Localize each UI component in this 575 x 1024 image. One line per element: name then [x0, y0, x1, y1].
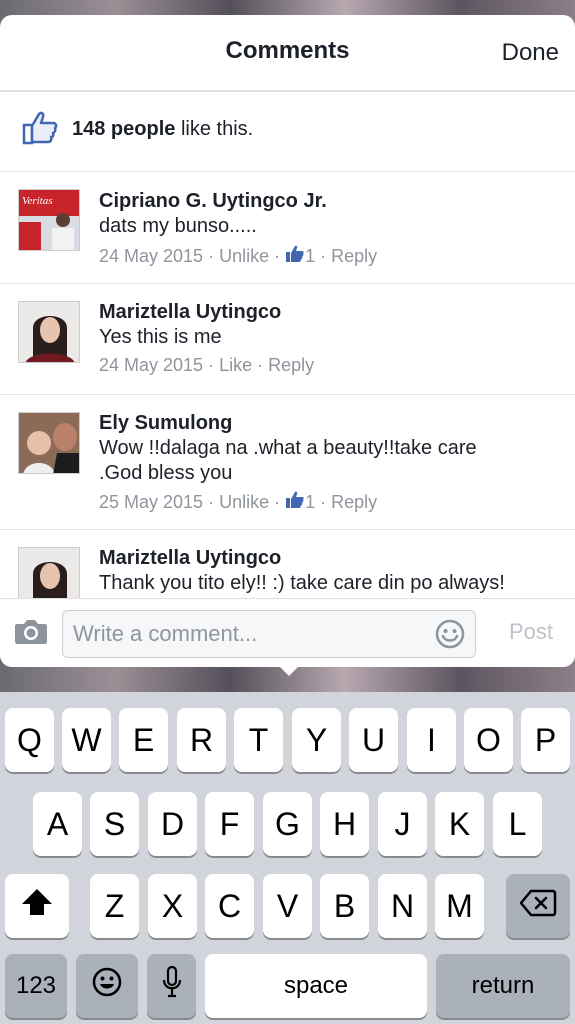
- like-link[interactable]: Like: [219, 355, 252, 375]
- reply-link[interactable]: Reply: [331, 492, 377, 512]
- popover-pointer: [277, 664, 301, 676]
- key-p[interactable]: P: [521, 708, 570, 772]
- backspace-icon: [519, 888, 557, 925]
- comment-date: 24 May 2015: [99, 246, 204, 266]
- key-r[interactable]: R: [177, 708, 226, 772]
- comment-text: Wow !!dalaga na .what a beauty!!take car…: [99, 437, 477, 484]
- comment-text: Thank you tito ely!! :) take care din po…: [99, 572, 505, 594]
- likes-text: 148 people like this.: [72, 118, 253, 141]
- shift-key[interactable]: [5, 874, 69, 938]
- separator: ·: [252, 355, 269, 375]
- emoji-key[interactable]: [76, 954, 138, 1018]
- separator: ·: [269, 246, 286, 266]
- avatar[interactable]: Veritas: [18, 189, 80, 251]
- separator: ·: [269, 492, 286, 512]
- comment-meta: 24 May 2015 · Like · Reply: [99, 355, 314, 376]
- key-a[interactable]: A: [33, 792, 82, 856]
- camera-icon[interactable]: [14, 617, 48, 650]
- header: Comments Done: [0, 15, 575, 92]
- key-h[interactable]: H: [320, 792, 369, 856]
- key-y[interactable]: Y: [292, 708, 341, 772]
- avatar[interactable]: [18, 412, 80, 474]
- dictation-key[interactable]: [147, 954, 196, 1018]
- comment-input[interactable]: [73, 619, 423, 649]
- list-item: Veritas Cipriano G. Uytingco Jr. dats my…: [0, 172, 575, 284]
- likes-count: 148 people: [72, 118, 176, 140]
- keyboard: Q W E R T Y U I O P A S D F G H J K L Z …: [0, 692, 575, 1024]
- comment-author[interactable]: Mariztella Uytingco: [99, 547, 281, 570]
- key-f[interactable]: F: [205, 792, 254, 856]
- key-g[interactable]: G: [263, 792, 312, 856]
- key-e[interactable]: E: [119, 708, 168, 772]
- like-count: 1: [305, 246, 316, 266]
- key-s[interactable]: S: [90, 792, 139, 856]
- list-item: Ely Sumulong Wow !!dalaga na .what a bea…: [0, 395, 575, 530]
- unlike-link[interactable]: Unlike: [219, 492, 269, 512]
- key-b[interactable]: B: [320, 874, 369, 938]
- key-v[interactable]: V: [263, 874, 312, 938]
- comment-date: 24 May 2015: [99, 355, 204, 375]
- comment-meta: 25 May 2015 · Unlike · 1 · Reply: [99, 490, 377, 515]
- comment-author[interactable]: Mariztella Uytingco: [99, 301, 281, 324]
- separator: ·: [203, 355, 220, 375]
- microphone-icon: [161, 965, 183, 1007]
- emoji-icon: [91, 966, 123, 1006]
- comment-input-box[interactable]: [62, 610, 476, 658]
- key-u[interactable]: U: [349, 708, 398, 772]
- key-i[interactable]: I: [407, 708, 456, 772]
- like-count: 1: [305, 492, 316, 512]
- like-count-icon: [285, 490, 305, 515]
- backspace-key[interactable]: [506, 874, 570, 938]
- key-w[interactable]: W: [62, 708, 111, 772]
- comment-composer: Post: [0, 598, 575, 667]
- key-l[interactable]: L: [493, 792, 542, 856]
- page-title: Comments: [225, 37, 350, 64]
- return-key[interactable]: return: [436, 954, 570, 1018]
- comment-author[interactable]: Cipriano G. Uytingco Jr.: [99, 190, 327, 213]
- reply-link[interactable]: Reply: [268, 355, 314, 375]
- likes-summary[interactable]: 148 people like this.: [0, 92, 575, 172]
- reply-link[interactable]: Reply: [331, 246, 377, 266]
- separator: ·: [203, 492, 220, 512]
- comment-text: Yes this is me: [99, 326, 222, 348]
- avatar[interactable]: [18, 301, 80, 363]
- key-c[interactable]: C: [205, 874, 254, 938]
- thumbs-up-icon: [22, 110, 58, 151]
- comments-panel: Comments Done 148 people like this. Veri…: [0, 15, 575, 667]
- separator: ·: [315, 246, 332, 266]
- separator: ·: [203, 246, 220, 266]
- comment-text: dats my bunso.....: [99, 215, 257, 237]
- comment-meta: 24 May 2015 · Unlike · 1 · Reply: [99, 244, 377, 269]
- key-n[interactable]: N: [378, 874, 427, 938]
- post-button[interactable]: Post: [509, 619, 553, 645]
- list-item: Mariztella Uytingco Yes this is me 24 Ma…: [0, 284, 575, 395]
- smiley-icon[interactable]: [435, 619, 465, 654]
- likes-suffix: like this.: [175, 118, 254, 140]
- unlike-link[interactable]: Unlike: [219, 246, 269, 266]
- shift-icon: [20, 887, 54, 925]
- numbers-key[interactable]: 123: [5, 954, 67, 1018]
- key-d[interactable]: D: [148, 792, 197, 856]
- key-k[interactable]: K: [435, 792, 484, 856]
- key-m[interactable]: M: [435, 874, 484, 938]
- key-x[interactable]: X: [148, 874, 197, 938]
- separator: ·: [315, 492, 332, 512]
- space-key[interactable]: space: [205, 954, 427, 1018]
- key-z[interactable]: Z: [90, 874, 139, 938]
- key-t[interactable]: T: [234, 708, 283, 772]
- like-count-icon: [285, 244, 305, 269]
- key-q[interactable]: Q: [5, 708, 54, 772]
- comment-author[interactable]: Ely Sumulong: [99, 412, 232, 435]
- comment-date: 25 May 2015: [99, 492, 204, 512]
- key-j[interactable]: J: [378, 792, 427, 856]
- key-o[interactable]: O: [464, 708, 513, 772]
- svg-text:Veritas: Veritas: [22, 195, 53, 207]
- done-button[interactable]: Done: [502, 39, 559, 67]
